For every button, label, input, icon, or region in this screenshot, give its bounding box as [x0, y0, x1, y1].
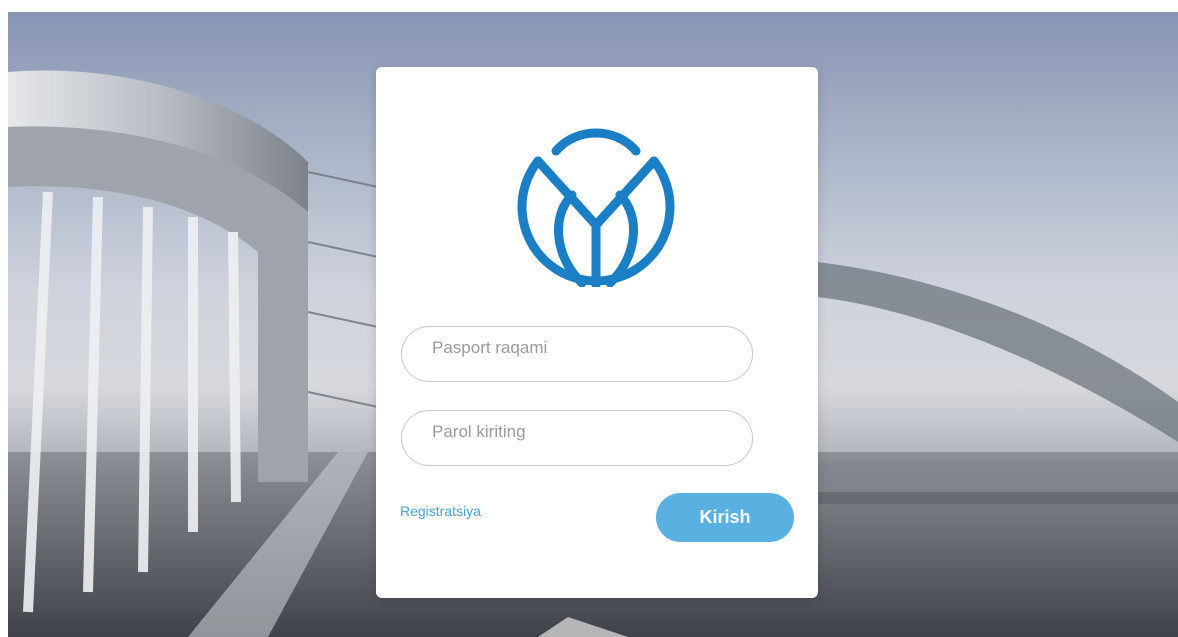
login-card: Registratsiya Kirish	[376, 67, 818, 598]
passport-number-input[interactable]	[402, 327, 752, 381]
login-button[interactable]: Kirish	[656, 493, 794, 542]
password-input[interactable]	[402, 411, 752, 465]
leaf-emblem-logo	[517, 128, 675, 287]
register-link[interactable]: Registratsiya	[400, 503, 481, 519]
password-field[interactable]	[401, 410, 753, 466]
passport-number-field[interactable]	[401, 326, 753, 382]
login-screen: Registratsiya Kirish	[8, 12, 1178, 637]
